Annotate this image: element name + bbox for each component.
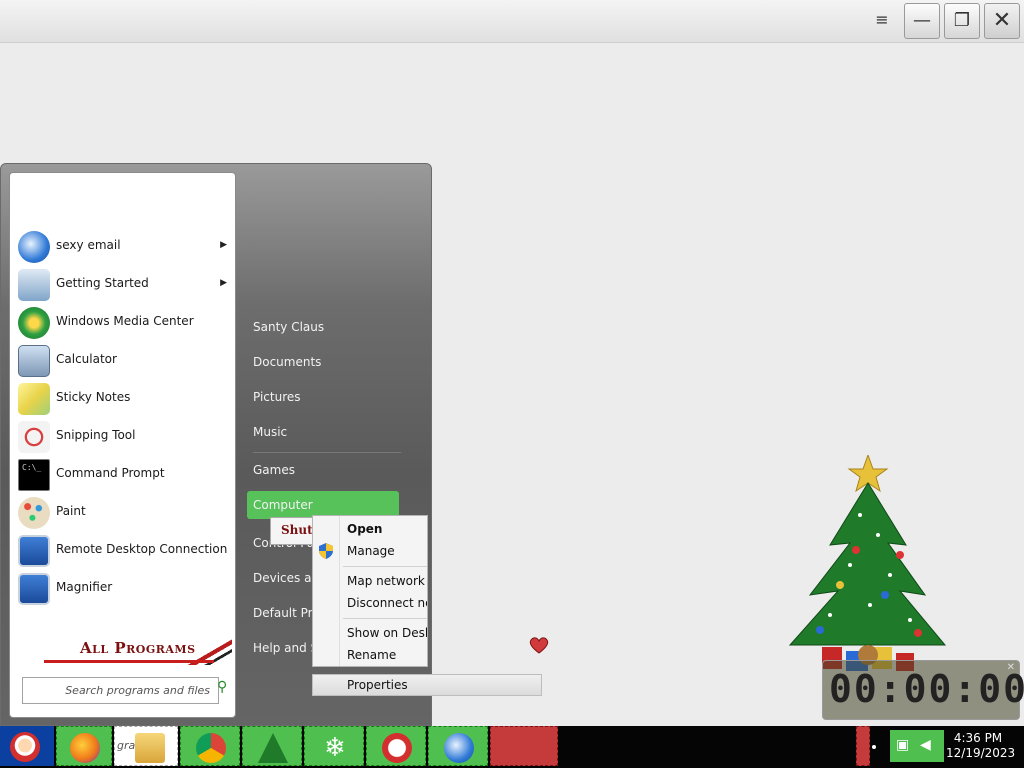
context-show-on-desktop[interactable]: Show on Deskto — [347, 626, 427, 640]
right-item-santy-claus[interactable]: Santy Claus — [247, 313, 399, 341]
paint-icon — [18, 497, 50, 529]
santa-start-icon — [10, 732, 40, 762]
search-input[interactable]: Search programs and files — [22, 677, 219, 704]
program-remote-desktop-connection[interactable]: Remote Desktop Connection — [16, 533, 231, 569]
tray-dot-icon — [872, 745, 876, 749]
taskbar-snowflake[interactable]: ❄ — [304, 726, 364, 766]
clock-time: 4:36 PM — [953, 731, 1003, 745]
chrome-icon — [196, 733, 226, 763]
right-item-music[interactable]: Music — [247, 418, 399, 446]
taskbar-clock[interactable]: 4:36 PM 12/19/2023 — [946, 726, 1016, 768]
right-item-games[interactable]: Games — [247, 456, 399, 484]
uac-shield-icon — [319, 543, 333, 559]
remote-desktop-icon — [18, 535, 50, 567]
magnifier-icon — [18, 573, 50, 605]
context-disconnect-network-drive[interactable]: Disconnect net — [347, 596, 427, 610]
program-label: Command Prompt — [56, 466, 165, 480]
thunderbird-icon — [444, 733, 474, 763]
all-programs-button[interactable]: All Programs — [14, 631, 232, 665]
taskbar-firefox[interactable] — [56, 726, 112, 766]
program-label: Remote Desktop Connection — [56, 542, 228, 556]
countdown-timer-widget[interactable]: 00:00:00 ✕ — [822, 660, 1024, 720]
command-prompt-icon: C:\_ — [18, 459, 50, 491]
context-separator — [343, 566, 427, 567]
program-snipping-tool[interactable]: Snipping Tool — [16, 419, 231, 455]
context-separator — [343, 618, 427, 619]
context-menu: Open Manage Map network d Disconnect net… — [312, 515, 428, 667]
network-icon[interactable]: ▣ — [896, 737, 909, 753]
search-placeholder: Search programs and files — [65, 684, 210, 697]
hamburger-icon[interactable]: ≡ — [872, 10, 892, 30]
taskbar-empty-slot[interactable] — [490, 726, 558, 766]
start-button[interactable] — [0, 726, 54, 766]
all-programs-underline — [44, 660, 214, 663]
right-item-pictures[interactable]: Pictures — [247, 383, 399, 411]
program-label: Calculator — [56, 352, 117, 366]
snipping-tool-icon — [18, 421, 50, 453]
program-sexy-email[interactable]: sexy email ▶ — [16, 229, 231, 265]
christmas-tree-icon — [788, 455, 947, 671]
explorer-partial-label: gra — [117, 739, 136, 752]
program-calculator[interactable]: Calculator — [16, 343, 231, 379]
context-manage[interactable]: Manage — [347, 544, 395, 558]
submenu-arrow-icon: ▶ — [220, 240, 227, 250]
media-center-icon — [18, 307, 50, 339]
firefox-icon — [70, 733, 100, 763]
sticky-notes-icon — [18, 383, 50, 415]
thunderbird-icon — [18, 231, 50, 263]
search-icon[interactable]: ⚲ — [217, 679, 233, 695]
submenu-arrow-icon: ▶ — [220, 278, 227, 288]
right-item-documents[interactable]: Documents — [247, 348, 399, 376]
shutdown-label: Shut — [281, 523, 313, 537]
program-sticky-notes[interactable]: Sticky Notes — [16, 381, 231, 417]
taskbar-file-explorer[interactable]: gra — [114, 726, 178, 766]
taskbar-tree-app[interactable] — [242, 726, 302, 766]
program-paint[interactable]: Paint — [16, 495, 231, 531]
close-icon: ✕ — [992, 8, 1012, 33]
separator — [253, 452, 401, 453]
program-getting-started[interactable]: Getting Started ▶ — [16, 267, 231, 303]
context-properties-label: Properties — [347, 678, 408, 692]
all-programs-label: All Programs — [80, 639, 196, 657]
file-explorer-icon — [135, 733, 165, 763]
taskbar-show-hidden[interactable] — [856, 726, 870, 766]
taskbar-clock-app[interactable] — [366, 726, 426, 766]
calculator-icon — [18, 345, 50, 377]
restore-button[interactable]: ❐ — [944, 3, 980, 39]
context-open[interactable]: Open — [347, 522, 382, 536]
program-label: Getting Started — [56, 276, 149, 290]
minimize-button[interactable]: — — [904, 3, 940, 39]
close-button[interactable]: ✕ — [984, 3, 1020, 39]
context-menu-gutter — [339, 516, 340, 666]
taskbar-thunderbird[interactable] — [428, 726, 488, 766]
timer-digits: 00:00:00 — [829, 667, 1024, 711]
program-label: Windows Media Center — [56, 314, 194, 328]
snowflake-icon: ❄ — [324, 733, 346, 763]
tree-app-icon — [258, 733, 288, 763]
clock-date: 12/19/2023 — [946, 746, 1016, 760]
taskbar-chrome[interactable] — [180, 726, 240, 766]
minimize-icon: — — [913, 10, 931, 31]
start-menu-programs-pane: sexy email ▶ Getting Started ▶ Windows M… — [9, 172, 236, 718]
getting-started-icon — [18, 269, 50, 301]
clock-app-icon — [382, 733, 412, 763]
program-command-prompt[interactable]: C:\_ Command Prompt — [16, 457, 231, 493]
program-windows-media-center[interactable]: Windows Media Center — [16, 305, 231, 341]
program-label: Magnifier — [56, 580, 113, 594]
program-label: Sticky Notes — [56, 390, 131, 404]
restore-icon: ❐ — [953, 10, 971, 31]
volume-icon[interactable]: ◀ — [920, 737, 931, 753]
timer-close-icon[interactable]: ✕ — [1007, 662, 1015, 673]
heart-cursor-icon — [529, 637, 549, 654]
context-rename[interactable]: Rename — [347, 648, 396, 662]
system-tray[interactable]: ▣ ◀ — [890, 730, 944, 762]
program-magnifier[interactable]: Magnifier — [16, 571, 231, 607]
window-titlebar: ≡ — ❐ ✕ — [0, 0, 1024, 43]
program-label: Snipping Tool — [56, 428, 136, 442]
context-properties-item[interactable]: Properties — [312, 674, 542, 696]
program-label: sexy email — [56, 238, 121, 252]
program-label: Paint — [56, 504, 86, 518]
taskbar: gra ❄ ▣ ◀ 4:36 PM 12/19/2023 — [0, 726, 1024, 768]
context-map-network-drive[interactable]: Map network d — [347, 574, 427, 588]
